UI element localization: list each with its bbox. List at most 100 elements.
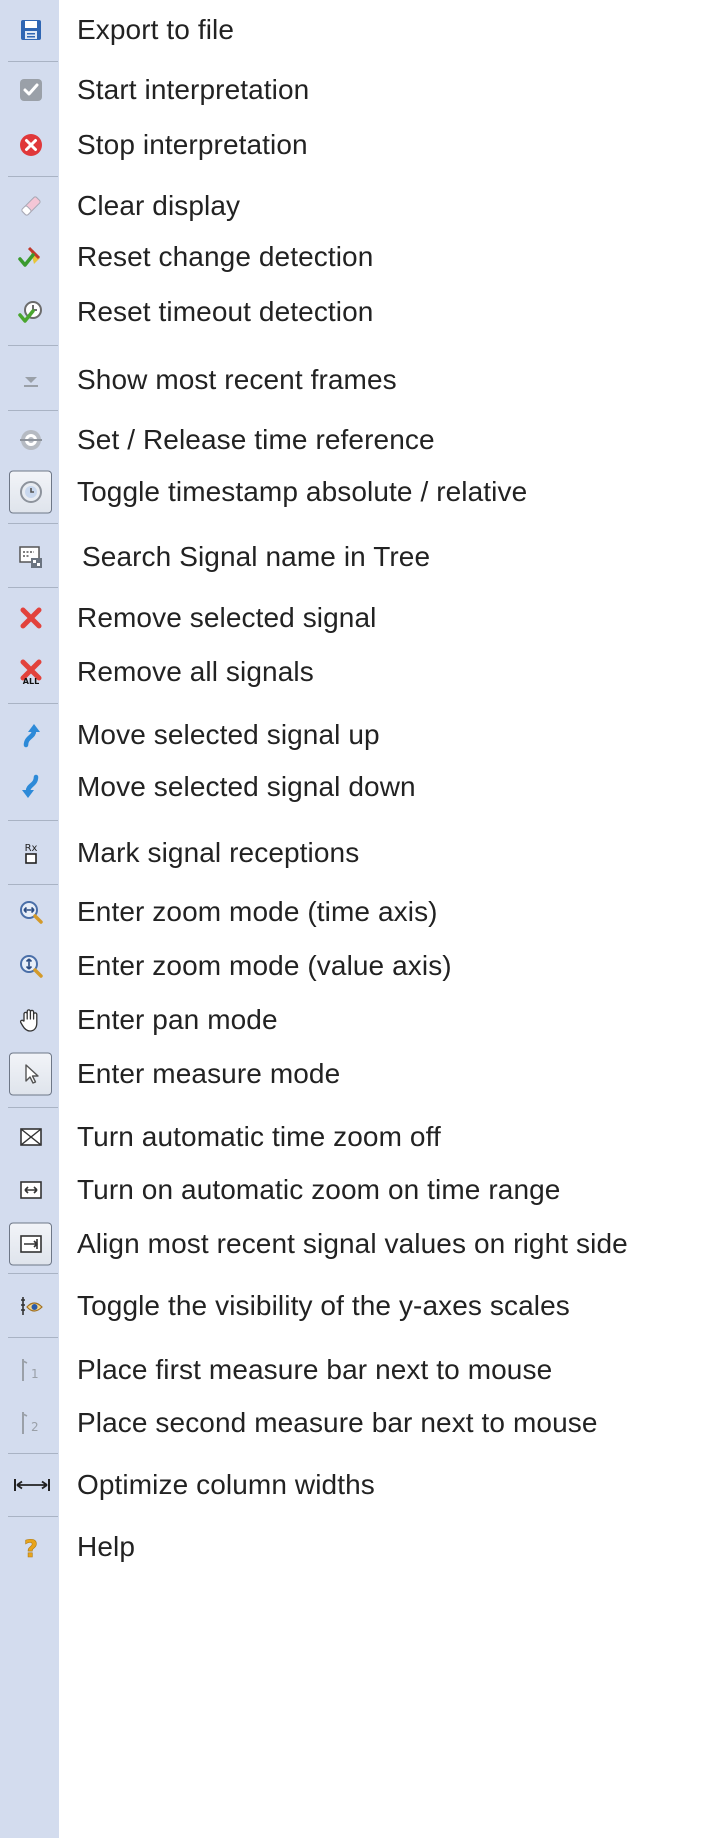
menu-item-label: Stop interpretation (77, 129, 308, 160)
separator (8, 587, 58, 588)
menu-item-label: Start interpretation (77, 74, 310, 105)
menu-item-label: Toggle the visibility of the y-axes scal… (77, 1290, 570, 1321)
menu-item-stop-interpretation[interactable]: Stop interpretation (0, 118, 724, 172)
menu-item-label: Enter zoom mode (time axis) (77, 896, 438, 927)
menu-item-measure-bar-1[interactable]: 1 Place first measure bar next to mouse (0, 1343, 724, 1397)
menu-item-label: Align most recent signal values on right… (77, 1228, 628, 1259)
zoom-range-icon (18, 1177, 44, 1203)
hand-icon (18, 1007, 44, 1033)
separator (8, 1453, 58, 1454)
menu-item-label: Show most recent frames (77, 364, 397, 395)
menu-item-label: Move selected signal up (77, 719, 380, 750)
red-x-icon (18, 605, 44, 631)
svg-text:1: 1 (31, 1367, 39, 1381)
menu-item-toggle-y-axes[interactable]: Toggle the visibility of the y-axes scal… (0, 1279, 724, 1333)
menu-item-label: Enter measure mode (77, 1058, 341, 1089)
menu-item-label: Reset timeout detection (77, 296, 374, 327)
menu-item-help[interactable]: ? Help (0, 1520, 724, 1574)
menu-item-label: Remove all signals (77, 656, 314, 687)
arrow-up-curved-icon (18, 722, 44, 748)
menu-item-label: Place first measure bar next to mouse (77, 1354, 553, 1385)
menu-item-auto-time-zoom-off[interactable]: Turn automatic time zoom off (0, 1110, 724, 1164)
context-menu: Export to file Start interpretation Stop… (0, 0, 724, 1838)
menu-item-label: Move selected signal down (77, 771, 416, 802)
menu-item-show-most-recent-frames[interactable]: Show most recent frames (0, 353, 724, 407)
menu-item-move-signal-down[interactable]: Move selected signal down (0, 760, 724, 814)
zoom-off-icon (18, 1124, 44, 1150)
separator (8, 820, 58, 821)
menu-item-set-release-time-reference[interactable]: Set / Release time reference (0, 413, 724, 467)
separator (8, 703, 58, 704)
timer-check-icon (18, 299, 44, 325)
separator (8, 1273, 58, 1274)
menu-item-optimize-column-widths[interactable]: Optimize column widths (0, 1458, 724, 1512)
checkmark-icon (18, 77, 44, 103)
menu-item-zoom-time-axis[interactable]: Enter zoom mode (time axis) (0, 885, 724, 939)
tree-search-icon (18, 544, 44, 570)
svg-text:ALL: ALL (23, 677, 39, 685)
separator (8, 345, 58, 346)
menu-item-label: Set / Release time reference (77, 424, 435, 455)
menu-item-pan-mode[interactable]: Enter pan mode (0, 993, 724, 1047)
cursor-arrow-icon (18, 1061, 44, 1087)
svg-text:Rx: Rx (25, 843, 38, 854)
menu-item-auto-zoom-time-range[interactable]: Turn on automatic zoom on time range (0, 1163, 724, 1217)
menu-item-label: Remove selected signal (77, 602, 377, 633)
menu-item-mark-signal-receptions[interactable]: Rx Mark signal receptions (0, 826, 724, 880)
menu-item-label: Place second measure bar next to mouse (77, 1407, 598, 1438)
arrow-down-curved-icon (18, 774, 44, 800)
floppy-disk-icon (18, 17, 44, 43)
menu-item-label: Toggle timestamp absolute / relative (77, 476, 528, 507)
menu-item-measure-bar-2[interactable]: 2 Place second measure bar next to mouse (0, 1396, 724, 1450)
menu-item-toggle-timestamp[interactable]: Toggle timestamp absolute / relative (0, 465, 724, 519)
separator (8, 1107, 58, 1108)
separator (8, 176, 58, 177)
menu-item-measure-mode[interactable]: Enter measure mode (0, 1047, 724, 1101)
separator (8, 410, 58, 411)
menu-item-move-signal-up[interactable]: Move selected signal up (0, 708, 724, 762)
zoom-horizontal-icon (18, 899, 44, 925)
menu-item-label: Optimize column widths (77, 1469, 375, 1500)
eye-axis-icon (18, 1293, 44, 1319)
clock-icon (18, 479, 44, 505)
menu-item-label: Clear display (77, 190, 241, 221)
menu-item-start-interpretation[interactable]: Start interpretation (0, 63, 724, 117)
separator (8, 1516, 58, 1517)
separator (8, 523, 58, 524)
menu-item-remove-all-signals[interactable]: ALL Remove all signals (0, 645, 724, 699)
menu-item-label: Mark signal receptions (77, 837, 360, 868)
zoom-vertical-icon (18, 953, 44, 979)
target-icon (18, 427, 44, 453)
menu-item-clear-display[interactable]: Clear display (0, 179, 724, 233)
menu-item-label: Help (77, 1531, 135, 1562)
separator (8, 1337, 58, 1338)
align-right-icon (18, 1231, 44, 1257)
stop-circle-icon (18, 132, 44, 158)
menu-item-label: Export to file (77, 14, 235, 45)
separator (8, 61, 58, 62)
broom-check-icon (18, 244, 44, 270)
question-icon: ? (18, 1534, 44, 1560)
menu-item-export-to-file[interactable]: Export to file (0, 3, 724, 57)
svg-text:?: ? (24, 1535, 38, 1560)
menu-item-label: Search Signal name in Tree (82, 541, 431, 572)
menu-item-label: Turn on automatic zoom on time range (77, 1174, 561, 1205)
measure-bar-1-icon: 1 (18, 1357, 44, 1383)
rx-mark-icon: Rx (18, 840, 44, 866)
menu-item-label: Turn automatic time zoom off (77, 1121, 441, 1152)
menu-item-reset-change-detection[interactable]: Reset change detection (0, 230, 724, 284)
red-x-all-icon: ALL (18, 659, 44, 685)
measure-bar-2-icon: 2 (18, 1410, 44, 1436)
menu-item-label: Enter zoom mode (value axis) (77, 950, 452, 981)
menu-item-label: Enter pan mode (77, 1004, 278, 1035)
menu-item-search-signal-name[interactable]: Search Signal name in Tree (0, 530, 724, 584)
column-width-icon (12, 1472, 52, 1498)
menu-item-reset-timeout-detection[interactable]: Reset timeout detection (0, 285, 724, 339)
menu-item-zoom-value-axis[interactable]: Enter zoom mode (value axis) (0, 939, 724, 993)
menu-item-remove-selected-signal[interactable]: Remove selected signal (0, 591, 724, 645)
eraser-icon (18, 193, 44, 219)
menu-item-label: Reset change detection (77, 241, 374, 272)
menu-item-align-right[interactable]: Align most recent signal values on right… (0, 1217, 724, 1271)
arrow-down-icon (18, 367, 44, 393)
svg-text:2: 2 (31, 1420, 39, 1434)
